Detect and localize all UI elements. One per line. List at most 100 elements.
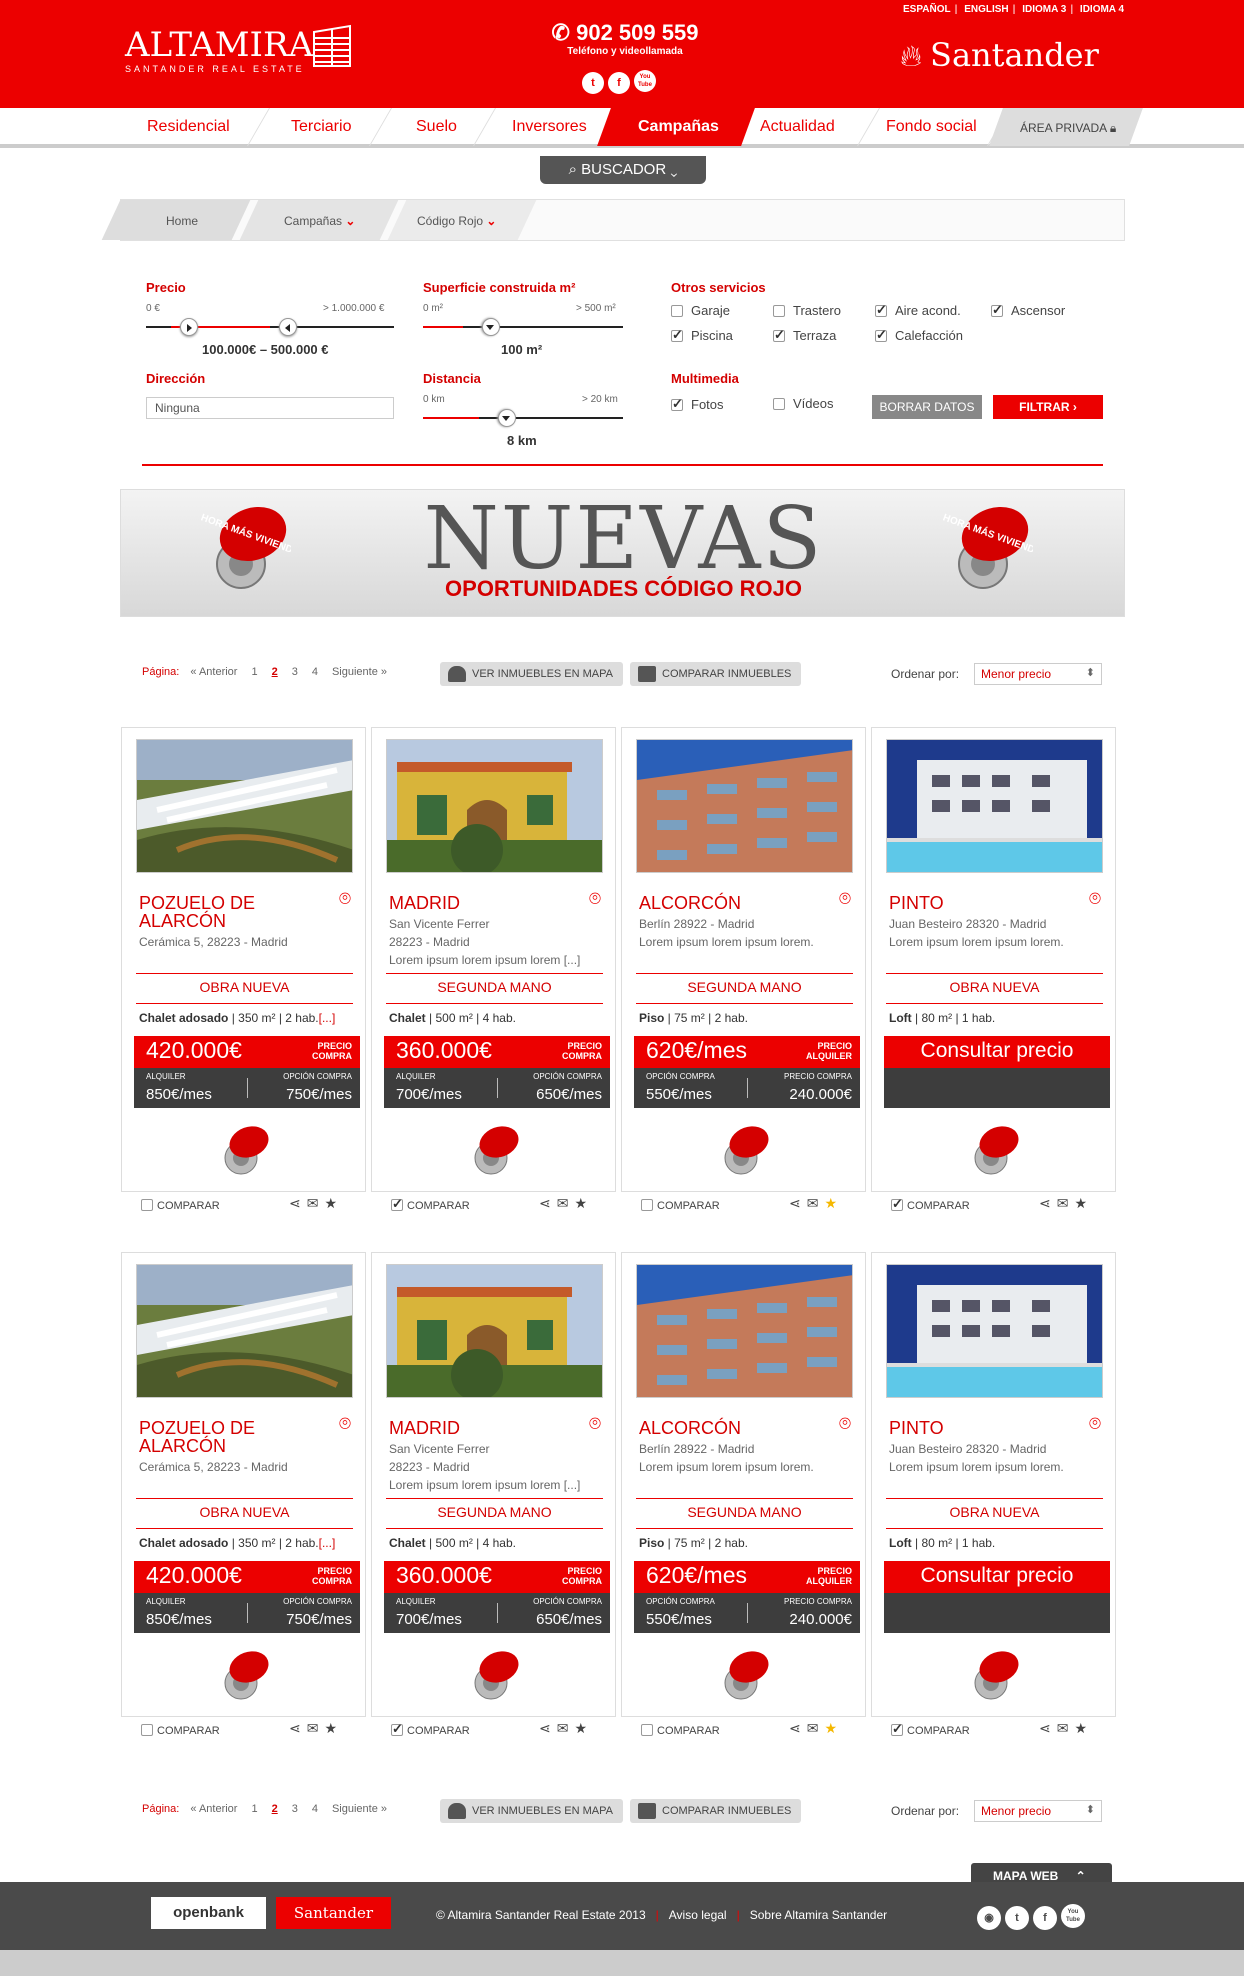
checkbox-box[interactable] [991,302,1003,318]
share-icon[interactable]: ⋖ [289,1720,307,1736]
nav-inversores[interactable]: Inversores [512,118,587,136]
property-card[interactable]: ALCORCÓN ⌾ Berlín 28922 - Madrid Lorem ipsu… [621,1252,866,1717]
pagination-next[interactable]: Siguiente » [332,666,387,678]
checkbox-box[interactable] [875,302,887,318]
property-photo-frame[interactable] [636,739,853,873]
superficie-slider[interactable] [423,326,623,328]
checkbox-box[interactable] [641,1199,653,1211]
mail-icon[interactable]: ✉ [307,1195,325,1211]
phone-block[interactable]: ✆ 902 509 559 Teléfono y videollamada [545,20,705,57]
pagination-page[interactable]: 3 [292,666,298,678]
mail-icon[interactable]: ✉ [307,1720,325,1736]
compare-checkbox[interactable]: COMPARAR [391,1721,470,1737]
mail-icon[interactable]: ✉ [557,1195,575,1211]
property-card[interactable]: PINTO ⌾ Juan Besteiro 28320 - Madrid Lorem … [871,1252,1116,1717]
checkbox-box[interactable] [391,1196,403,1212]
property-city[interactable]: PINTO [889,894,1079,912]
share-icon[interactable]: ⋖ [539,1195,557,1211]
consult-price-button[interactable]: Consultar precio [884,1036,1110,1068]
nav-terciario[interactable]: Terciario [291,118,351,136]
mail-icon[interactable]: ✉ [1057,1720,1075,1736]
nav-area-privada[interactable]: ÁREA PRIVADA 🔒︎ [1020,121,1116,136]
sobre-link[interactable]: Sobre Altamira Santander [750,1908,887,1922]
share-icon[interactable]: ⋖ [1039,1720,1057,1736]
property-photo[interactable] [387,740,603,873]
search-toggle[interactable]: ⌕ BUSCADOR ⌄ [540,156,706,184]
mail-icon[interactable]: ✉ [1057,1195,1075,1211]
star-icon[interactable]: ★ [824,1720,843,1736]
property-card[interactable]: MADRID ⌾ San Vicente Ferrer 28223 - Madrid L… [371,727,616,1192]
distancia-slider[interactable] [423,417,623,419]
compare-properties-button[interactable]: COMPARAR INMUEBLES [630,1799,802,1823]
map-view-button[interactable]: VER INMUEBLES EN MAPA [440,662,623,686]
checkbox-box[interactable] [773,305,785,317]
compare-checkbox[interactable]: COMPARAR [641,1199,720,1212]
property-photo-frame[interactable] [886,1264,1103,1398]
star-icon[interactable]: ★ [1074,1195,1093,1211]
share-icon[interactable]: ⋖ [539,1720,557,1736]
compare-checkbox[interactable]: COMPARAR [891,1721,970,1737]
checkbox-fotos[interactable]: Fotos [671,396,724,412]
map-pin-icon[interactable]: ⌾ [1089,888,1101,911]
property-photo[interactable] [637,740,853,873]
nav-campanas[interactable]: Campañas [638,118,719,136]
breadcrumb-codigo-rojo[interactable]: Código Rojo ⌄ [417,214,496,228]
star-icon[interactable]: ★ [574,1195,593,1211]
map-pin-icon[interactable]: ⌾ [839,888,851,911]
property-photo[interactable] [637,1265,853,1398]
property-photo[interactable] [887,740,1103,873]
property-photo-frame[interactable] [386,1264,603,1398]
pagination-page[interactable]: 2 [272,1803,278,1815]
star-icon[interactable]: ★ [324,1195,343,1211]
checkbox-garaje[interactable]: Garaje [671,303,730,318]
checkbox-box[interactable] [891,1721,903,1737]
checkbox-calefacción[interactable]: Calefacción [875,327,963,343]
property-photo[interactable] [887,1265,1103,1398]
checkbox-box[interactable] [141,1724,153,1736]
pagination-page[interactable]: 3 [292,1803,298,1815]
checkbox-box[interactable] [141,1199,153,1211]
compare-checkbox[interactable]: COMPARAR [391,1196,470,1212]
feature-more-link[interactable]: [...] [319,1011,336,1025]
mail-icon[interactable]: ✉ [807,1195,825,1211]
property-city[interactable]: MADRID [389,1419,579,1437]
star-icon[interactable]: ★ [824,1195,843,1211]
property-photo-frame[interactable] [136,739,353,873]
borrar-datos-button[interactable]: BORRAR DATOS [872,395,982,419]
star-icon[interactable]: ★ [324,1720,343,1736]
twitter-icon[interactable]: t [582,72,604,94]
share-icon[interactable]: ⋖ [289,1195,307,1211]
compare-checkbox[interactable]: COMPARAR [641,1724,720,1737]
property-photo[interactable] [137,1265,353,1398]
compare-checkbox[interactable]: COMPARAR [141,1724,220,1737]
map-pin-icon[interactable]: ⌾ [339,888,351,911]
property-card[interactable]: PINTO ⌾ Juan Besteiro 28320 - Madrid Lorem … [871,727,1116,1192]
checkbox-vídeos[interactable]: Vídeos [773,396,833,411]
property-photo[interactable] [387,1265,603,1398]
breadcrumb-campanas[interactable]: Campañas ⌄ [284,214,355,228]
order-select[interactable]: Menor precio [974,663,1102,685]
superficie-handle[interactable] [482,318,500,336]
santander-logo[interactable]: 🔥︎ Santander [900,36,1099,74]
facebook-icon[interactable]: f [608,72,630,94]
property-photo[interactable] [137,740,353,873]
youtube-icon[interactable]: You Tube [634,70,656,92]
checkbox-box[interactable] [671,396,683,412]
lang-4[interactable]: IDIOMA 4 [1080,4,1124,15]
mail-icon[interactable]: ✉ [807,1720,825,1736]
precio-max-handle[interactable] [279,318,297,336]
checkbox-box[interactable] [391,1721,403,1737]
map-pin-icon[interactable]: ⌾ [1089,1413,1101,1436]
distancia-handle[interactable] [498,409,516,427]
checkbox-trastero[interactable]: Trastero [773,303,841,318]
map-view-button[interactable]: VER INMUEBLES EN MAPA [440,1799,623,1823]
pagination-page[interactable]: 4 [312,666,318,678]
pagination-prev[interactable]: « Anterior [190,666,237,678]
property-card[interactable]: POZUELO DE ALARCÓN ⌾ Cerámica 5, 28223 - M… [121,1252,366,1717]
feature-more-link[interactable]: [...] [319,1536,336,1550]
checkbox-box[interactable] [773,327,785,343]
compare-checkbox[interactable]: COMPARAR [141,1199,220,1212]
property-photo-frame[interactable] [136,1264,353,1398]
filtrar-button[interactable]: FILTRAR › [993,395,1103,419]
property-city[interactable]: POZUELO DE ALARCÓN [139,894,329,930]
